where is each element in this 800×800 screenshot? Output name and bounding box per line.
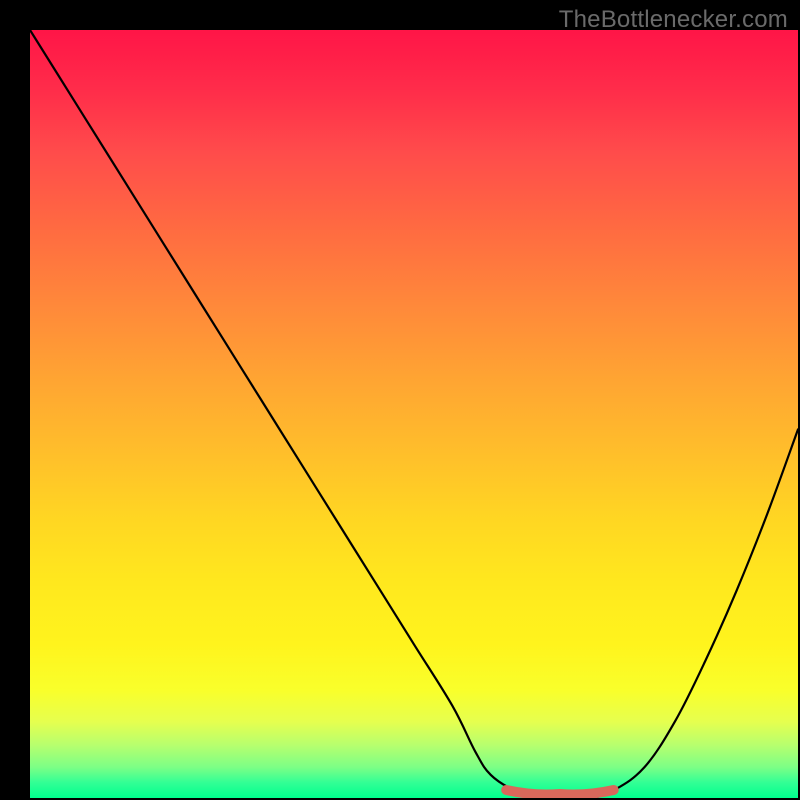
chart-container: TheBottlenecker.com (0, 0, 800, 800)
bottleneck-curve-svg (30, 30, 798, 798)
bottleneck-curve-line (30, 30, 798, 798)
optimum-marker (506, 790, 614, 795)
plot-area (30, 30, 798, 798)
watermark-text: TheBottlenecker.com (559, 6, 788, 34)
